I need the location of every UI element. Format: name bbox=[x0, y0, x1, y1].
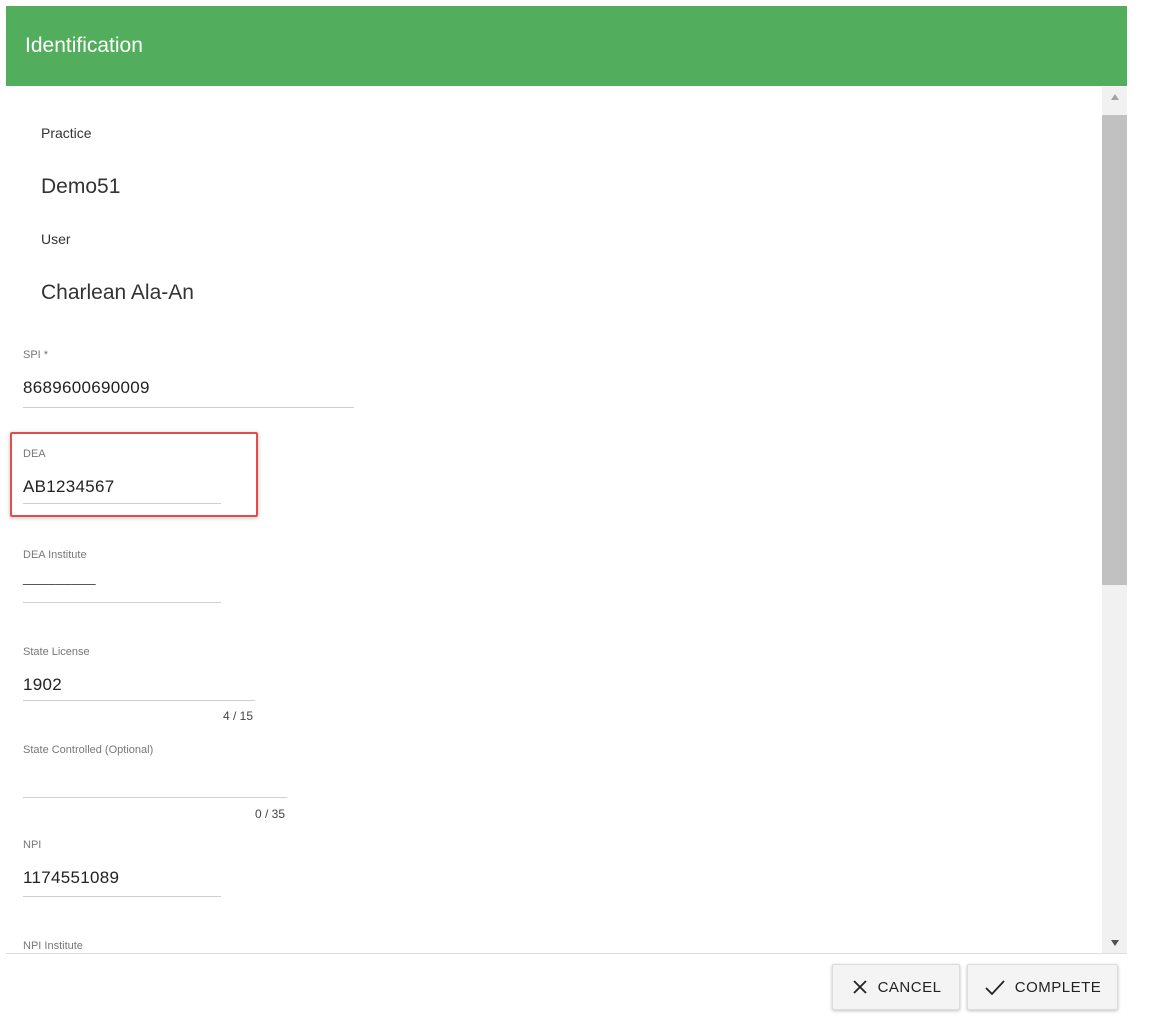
dea-institute-value[interactable]: _________ bbox=[23, 569, 96, 585]
dea-institute-underline bbox=[23, 602, 221, 603]
state-controlled-field[interactable]: State Controlled (Optional) 0 / 35 bbox=[23, 744, 287, 824]
state-controlled-counter: 0 / 35 bbox=[254, 807, 285, 821]
npi-institute-label: NPI Institute bbox=[23, 940, 83, 952]
spi-value[interactable]: 8689600690009 bbox=[23, 378, 150, 398]
npi-underline bbox=[23, 896, 221, 897]
complete-button[interactable]: COMPLETE bbox=[967, 964, 1118, 1010]
npi-institute-field[interactable]: NPI Institute bbox=[23, 940, 221, 953]
spi-field[interactable]: SPI * 8689600690009 bbox=[23, 349, 354, 409]
practice-label: Practice bbox=[41, 125, 92, 141]
state-controlled-label: State Controlled (Optional) bbox=[23, 744, 154, 756]
dialog-title: Identification bbox=[25, 34, 143, 57]
spi-label: SPI * bbox=[23, 349, 49, 361]
cancel-label: CANCEL bbox=[877, 978, 942, 996]
close-icon bbox=[851, 978, 869, 996]
dea-institute-field[interactable]: DEA Institute _________ bbox=[23, 549, 221, 609]
vertical-scrollbar[interactable] bbox=[1102, 87, 1127, 953]
cancel-button[interactable]: CANCEL bbox=[832, 964, 960, 1010]
check-icon bbox=[984, 978, 1006, 996]
state-license-label: State License bbox=[23, 646, 90, 658]
complete-label: COMPLETE bbox=[1014, 978, 1102, 996]
scroll-up-arrow-icon[interactable] bbox=[1102, 87, 1127, 107]
state-license-counter: 4 / 15 bbox=[222, 709, 253, 723]
state-license-underline bbox=[23, 700, 255, 701]
scrollbar-thumb[interactable] bbox=[1102, 115, 1127, 585]
dialog-header: Identification bbox=[6, 6, 1127, 86]
footer-divider bbox=[6, 953, 1127, 954]
user-label: User bbox=[41, 231, 71, 247]
npi-label: NPI bbox=[23, 839, 42, 851]
dea-institute-label: DEA Institute bbox=[23, 549, 87, 561]
state-license-field[interactable]: State License 1902 4 / 15 bbox=[23, 646, 255, 726]
scroll-down-arrow-icon[interactable] bbox=[1102, 933, 1127, 953]
npi-value[interactable]: 1174551089 bbox=[23, 868, 119, 888]
dea-highlight-box bbox=[10, 432, 258, 517]
state-controlled-underline bbox=[23, 797, 287, 798]
npi-field[interactable]: NPI 1174551089 bbox=[23, 839, 221, 899]
dialog-content: Practice Demo51 User Charlean Ala-An SPI… bbox=[6, 87, 1101, 953]
state-license-value[interactable]: 1902 bbox=[23, 675, 62, 695]
spi-underline bbox=[23, 407, 354, 408]
user-value: Charlean Ala-An bbox=[41, 281, 194, 304]
practice-value: Demo51 bbox=[41, 175, 121, 198]
